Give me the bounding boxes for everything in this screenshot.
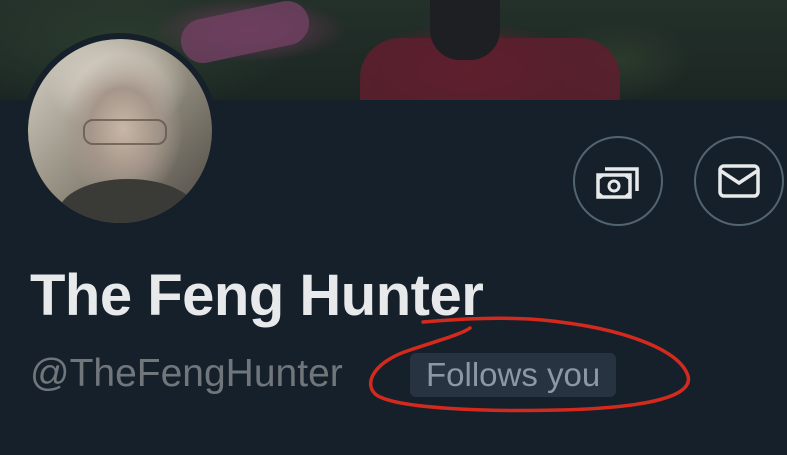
message-button[interactable] (694, 136, 784, 226)
envelope-icon (718, 164, 760, 198)
avatar-photo (28, 39, 212, 223)
follows-you-badge: Follows you (410, 353, 617, 397)
banner-shape (176, 0, 314, 68)
avatar[interactable] (22, 33, 218, 229)
tips-button[interactable] (573, 136, 663, 226)
avatar-detail (83, 119, 167, 145)
banner-shape (430, 0, 500, 60)
user-handle: @TheFengHunter (30, 352, 343, 395)
display-name: The Feng Hunter (30, 263, 484, 328)
money-icon (596, 167, 639, 199)
avatar-detail (58, 179, 198, 223)
